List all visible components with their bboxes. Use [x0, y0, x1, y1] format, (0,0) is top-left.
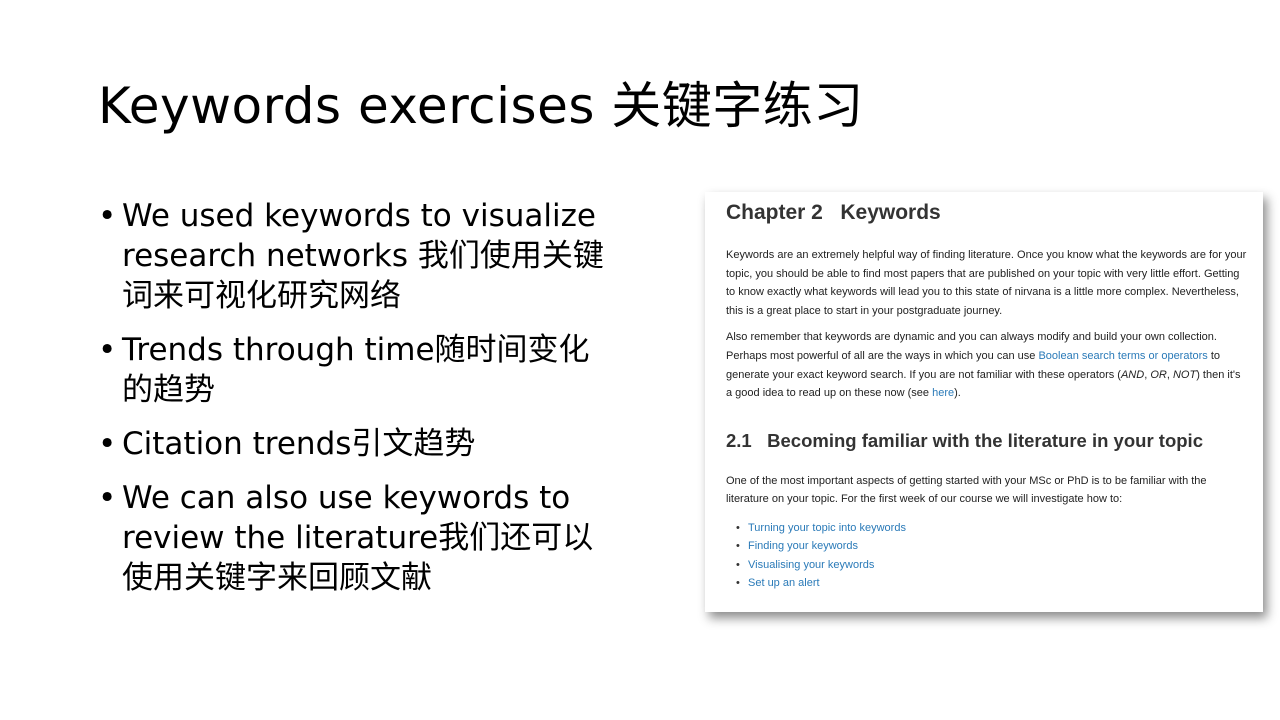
section-title: 2.1 Becoming familiar with the literatur…	[726, 429, 1203, 451]
topic-keywords-link[interactable]: Turning your topic into keywords	[748, 522, 906, 534]
bullet-text: Citation trends引文趋势	[122, 426, 476, 462]
bullet-text: We used keywords to visualize research n…	[122, 198, 604, 314]
bullet-text: We can also use keywords to review the l…	[122, 480, 594, 596]
bullet-marker: •	[98, 332, 117, 368]
boolean-operators-link[interactable]: Boolean search terms or operators	[1038, 350, 1207, 362]
bullet-marker: •	[98, 426, 117, 462]
boolean-paragraph: Also remember that keywords are dynamic …	[726, 328, 1249, 402]
para-text: ).	[954, 387, 961, 400]
operator-and: AND	[1120, 368, 1145, 381]
set-up-alert-link[interactable]: Set up an alert	[748, 577, 820, 589]
bullet-item: • Trends through time随时间变化的趋势	[98, 330, 618, 410]
list-bullet: •	[736, 558, 740, 571]
visualising-keywords-link[interactable]: Visualising your keywords	[748, 559, 874, 571]
bullet-item: • Citation trends引文趋势	[98, 424, 618, 464]
bullet-item: • We used keywords to visualize research…	[98, 196, 618, 316]
topic-link-list: • Turning your topic into keywords • Fin…	[726, 519, 1249, 593]
list-bullet: •	[736, 577, 740, 590]
list-bullet: •	[736, 540, 740, 553]
finding-keywords-link[interactable]: Finding your keywords	[748, 540, 858, 552]
bullet-marker: •	[98, 480, 117, 516]
list-bullet: •	[736, 521, 740, 534]
list-item: • Finding your keywords	[736, 537, 1249, 556]
operator-or: OR	[1150, 368, 1167, 381]
slide-title: Keywords exercises 关键字练习	[98, 77, 864, 135]
section-paragraph: One of the most important aspects of get…	[726, 474, 1207, 506]
bullet-marker: •	[98, 198, 117, 234]
bullet-item: • We can also use keywords to review the…	[98, 478, 618, 598]
list-item: • Set up an alert	[736, 574, 1249, 593]
intro-paragraph: Keywords are an extremely helpful way of…	[726, 249, 1247, 317]
list-item: • Visualising your keywords	[736, 556, 1249, 575]
bullet-text: Trends through time随时间变化的趋势	[122, 332, 590, 408]
chapter-title: Chapter 2 Keywords	[726, 201, 941, 224]
list-item: • Turning your topic into keywords	[736, 519, 1249, 538]
embedded-screenshot: Chapter 2 Keywords Keywords are an extre…	[705, 192, 1263, 612]
here-link[interactable]: here	[932, 387, 954, 399]
bullet-list: • We used keywords to visualize research…	[98, 196, 618, 612]
operator-not: NOT	[1172, 368, 1197, 381]
